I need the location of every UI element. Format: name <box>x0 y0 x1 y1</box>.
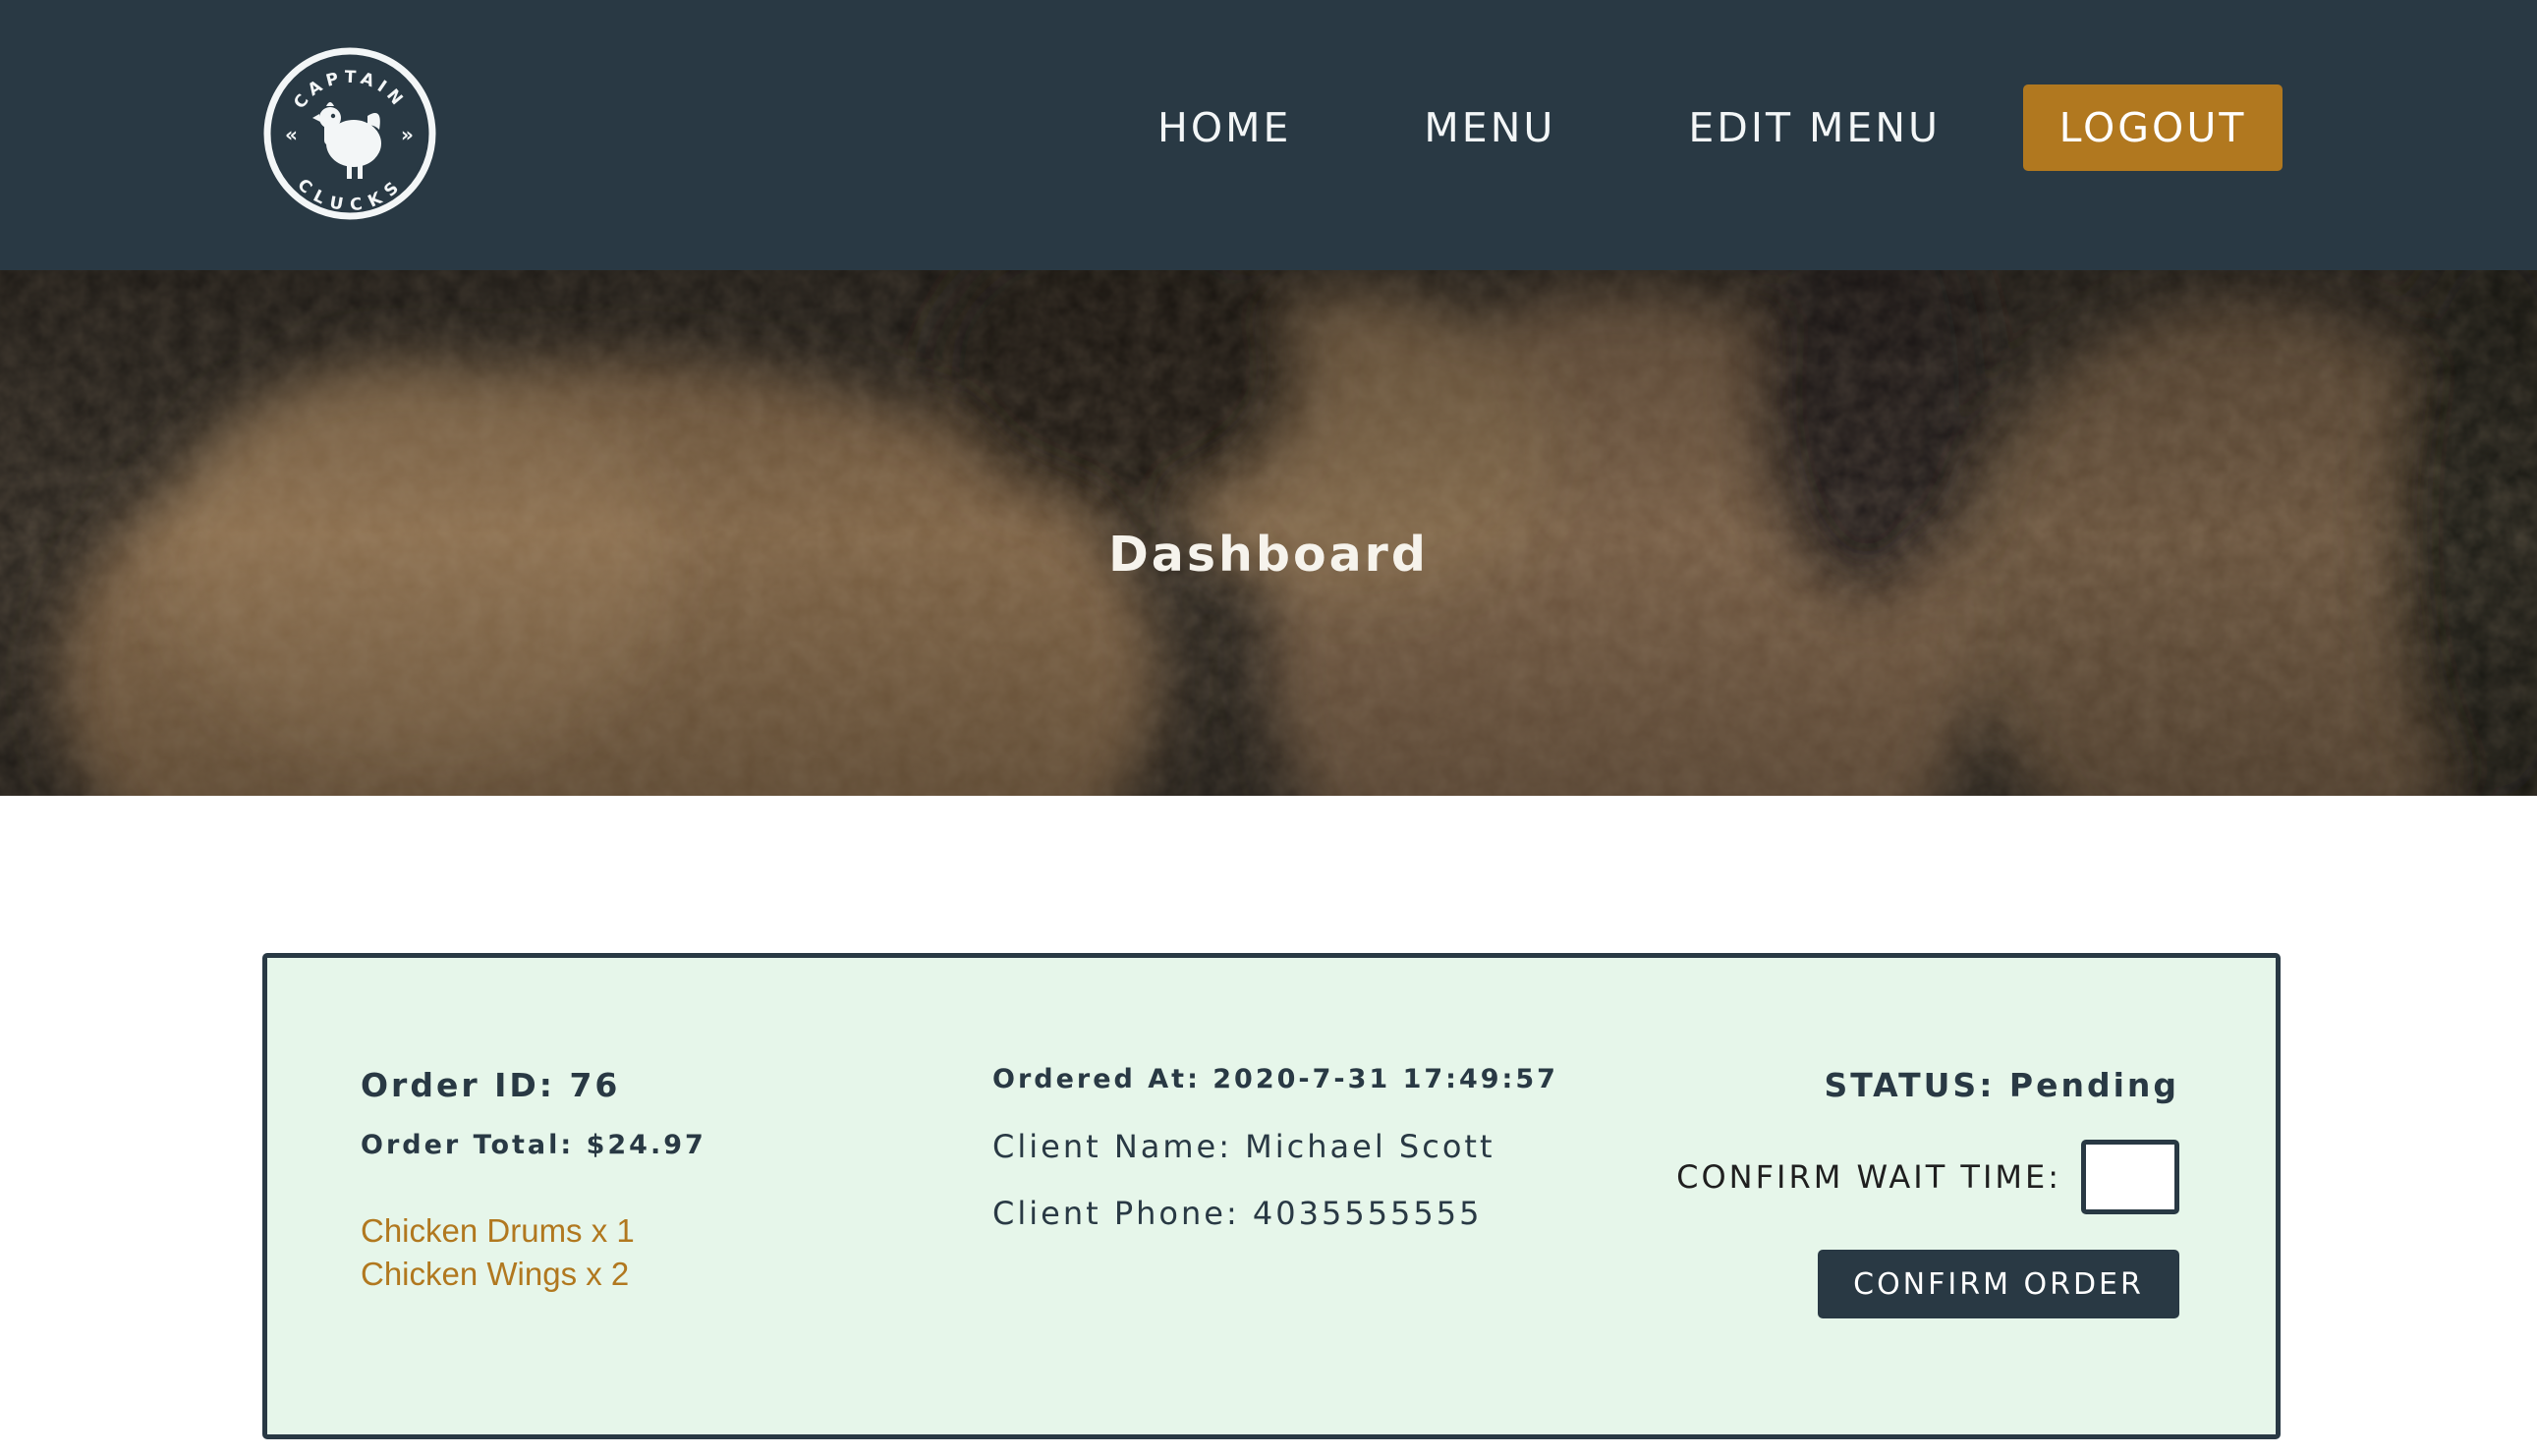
order-items-list: Chicken Drums x 1 Chicken Wings x 2 <box>361 1209 706 1296</box>
client-name: Client Name: Michael Scott <box>992 1128 1495 1165</box>
order-actions: STATUS: Pending CONFIRM WAIT TIME: CONFI… <box>1676 1066 2179 1318</box>
logout-button[interactable]: LOGOUT <box>2023 84 2283 171</box>
svg-text:«: « <box>285 123 298 146</box>
order-item[interactable]: Chicken Wings x 2 <box>361 1253 706 1296</box>
logo-icon: CAPTAIN CLUCKS « » <box>263 47 436 220</box>
client-info: Ordered At: 2020-7-31 17:49:57 Client Na… <box>992 1064 1558 1232</box>
site-header: CAPTAIN CLUCKS « » HOME MENU EDIT MENU L… <box>0 0 2537 270</box>
order-id: Order ID: 76 <box>361 1066 621 1104</box>
captain-clucks-logo[interactable]: CAPTAIN CLUCKS « » <box>263 47 436 220</box>
wait-time-row: CONFIRM WAIT TIME: <box>1676 1140 2179 1214</box>
nav-menu-link[interactable]: MENU <box>1424 104 1555 151</box>
order-summary: Order ID: 76 Order Total: $24.97 Chicken… <box>361 1066 706 1296</box>
order-total: Order Total: $24.97 <box>361 1130 706 1160</box>
order-status: STATUS: Pending <box>1824 1066 2179 1104</box>
wait-time-input[interactable] <box>2081 1140 2179 1214</box>
hero-banner: Dashboard <box>0 270 2537 796</box>
wait-time-label: CONFIRM WAIT TIME: <box>1676 1158 2061 1196</box>
ordered-at: Ordered At: 2020-7-31 17:49:57 <box>992 1064 1558 1094</box>
page-title: Dashboard <box>1108 526 1429 583</box>
main-nav: HOME MENU EDIT MENU LOGOUT <box>1157 84 2283 171</box>
client-phone: Client Phone: 4035555555 <box>992 1195 1483 1232</box>
svg-text:»: » <box>401 123 414 146</box>
confirm-order-button[interactable]: CONFIRM ORDER <box>1818 1250 2179 1318</box>
nav-edit-menu-link[interactable]: EDIT MENU <box>1688 104 1941 151</box>
order-card: Order ID: 76 Order Total: $24.97 Chicken… <box>262 953 2281 1439</box>
order-item[interactable]: Chicken Drums x 1 <box>361 1209 706 1253</box>
nav-home-link[interactable]: HOME <box>1157 104 1291 151</box>
